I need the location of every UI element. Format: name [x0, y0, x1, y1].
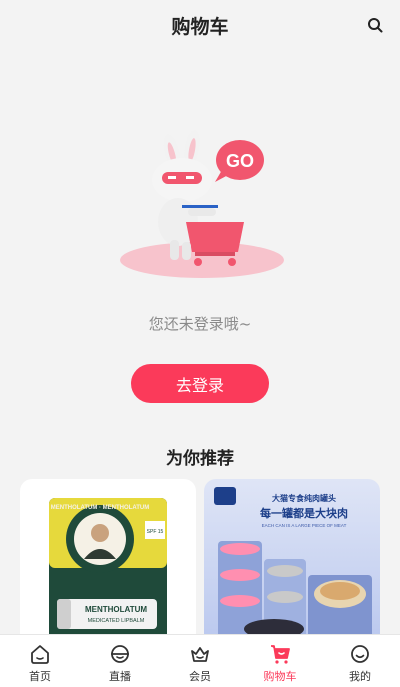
tab-member[interactable]: 会员: [160, 635, 240, 687]
bottom-tab-bar: 首页 直播 会员 购物车 我的: [0, 634, 400, 687]
product-name: MENTHOLATUM: [85, 605, 147, 614]
page-title: 购物车: [171, 15, 229, 38]
product-subtitle: MEDICATED LIPBALM: [88, 618, 145, 624]
product-card[interactable]: MENTHOLATUM · MENTHOLATUM SPF 15 MENTHOL…: [20, 479, 196, 649]
search-icon: [368, 18, 383, 33]
tab-live[interactable]: 直播: [80, 635, 160, 687]
product-image-catfood: 大猫专食纯肉罐头 每一罐都是大块肉 EACH CAN IS A LARGE PI…: [214, 487, 372, 649]
tab-home-label: 首页: [29, 670, 51, 683]
tab-profile[interactable]: 我的: [320, 635, 400, 687]
header: 购物车: [0, 0, 400, 50]
login-button[interactable]: 去登录: [131, 364, 269, 403]
spf-label: SPF 15: [147, 529, 164, 535]
empty-message: 您还未登录哦~: [148, 315, 252, 333]
go-badge: GO: [226, 151, 254, 171]
ad-headline-2: 每一罐都是大块肉: [260, 506, 348, 520]
member-icon: [191, 647, 209, 662]
ad-tagline: EACH CAN IS A LARGE PIECE OF MEAT: [262, 523, 347, 528]
product-image-lipbalm: MENTHOLATUM · MENTHOLATUM SPF 15 MENTHOL…: [49, 498, 167, 649]
recommend-title: 为你推荐: [166, 449, 234, 469]
tab-live-label: 直播: [109, 670, 131, 683]
home-icon: [31, 645, 49, 664]
brand-ring-text: MENTHOLATUM · MENTHOLATUM: [51, 505, 149, 511]
empty-cart-illustration: GO: [120, 130, 284, 278]
live-icon: [111, 645, 129, 663]
tab-cart[interactable]: 购物车: [240, 635, 320, 687]
tab-cart-label: 购物车: [263, 670, 297, 683]
tab-profile-label: 我的: [349, 670, 371, 683]
cart-icon: [271, 645, 290, 664]
search-button[interactable]: [364, 14, 386, 36]
ad-headline-1: 大猫专食纯肉罐头: [272, 493, 336, 503]
tab-home[interactable]: 首页: [0, 635, 80, 687]
product-card[interactable]: 大猫专食纯肉罐头 每一罐都是大块肉 EACH CAN IS A LARGE PI…: [204, 479, 380, 649]
tab-member-label: 会员: [189, 670, 211, 683]
profile-icon: [351, 645, 369, 663]
